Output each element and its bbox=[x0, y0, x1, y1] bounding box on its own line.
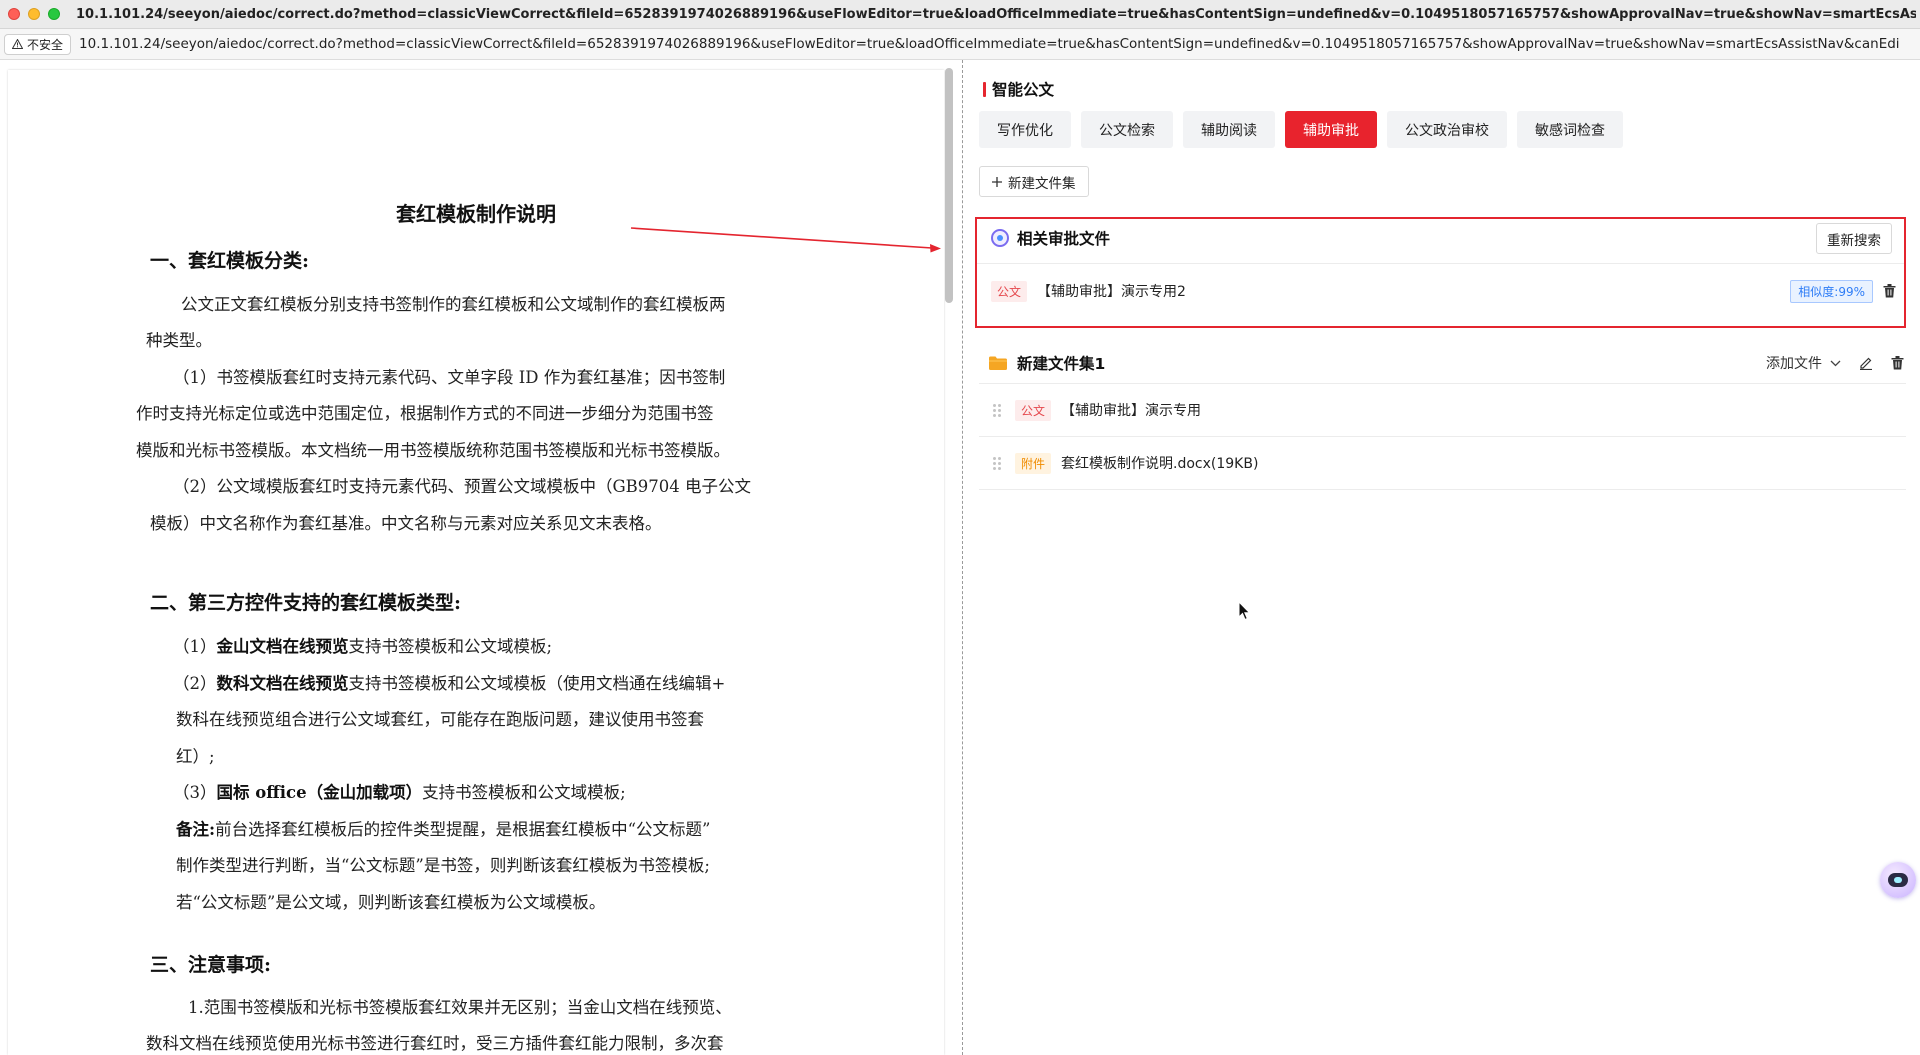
paragraph-line: （2）公文域模版套红时支持元素代码、预置公文域模板中（GB9704 电子公文 bbox=[173, 477, 752, 496]
divider bbox=[979, 383, 1906, 384]
section-2-heading: 二、第三方控件支持的套红模板类型: bbox=[150, 592, 462, 614]
paragraph-line: 红）; bbox=[176, 747, 215, 766]
panel-title-text: 智能公文 bbox=[992, 81, 1055, 99]
list-item[interactable]: 附件 套红模板制作说明.docx(19KB) bbox=[993, 451, 1893, 475]
new-file-set-label: 新建文件集 bbox=[1008, 175, 1076, 192]
file-name[interactable]: 套红模板制作说明.docx(19KB) bbox=[1061, 453, 1258, 473]
list-item[interactable]: 公文 【辅助审批】演示专用2 相似度:99% bbox=[991, 279, 1896, 303]
paragraph-line: 作时支持光标定位或选中范围定位，根据制作方式的不同进一步细分为范围书签 bbox=[136, 404, 714, 423]
ai-icon bbox=[991, 229, 1009, 247]
list-prefix: （2） bbox=[173, 674, 217, 693]
divider bbox=[977, 263, 1904, 264]
ai-assistant-icon[interactable] bbox=[1880, 862, 1916, 898]
tab-document-search[interactable]: 公文检索 bbox=[1081, 111, 1173, 148]
list-text: 支持书签模板和公文域模板（使用文档通在线编辑+ bbox=[348, 674, 726, 693]
related-approval-files-card: 相关审批文件 重新搜索 公文 【辅助审批】演示专用2 相似度:99% bbox=[975, 217, 1906, 328]
paragraph-line: 1.范围书签模版和光标书签模版套红效果并无区别；当金山文档在线预览、 bbox=[188, 998, 732, 1017]
document-title: 套红模板制作说明 bbox=[396, 202, 556, 226]
note-text: 前台选择套红模板后的控件类型提醒，是根据套红模板中“公文标题” bbox=[215, 820, 711, 839]
list-text: 支持书签模板和公文域模板; bbox=[422, 783, 626, 802]
mouse-cursor-icon bbox=[1238, 601, 1251, 621]
file-name[interactable]: 【辅助审批】演示专用2 bbox=[1037, 281, 1186, 301]
paragraph-line: （2）数科文档在线预览支持书签模板和公文域模板（使用文档通在线编辑+ bbox=[173, 666, 725, 703]
bold-term: 金山文档在线预览 bbox=[216, 637, 349, 656]
tab-political-review[interactable]: 公文政治审校 bbox=[1387, 111, 1507, 148]
close-window-button[interactable] bbox=[8, 8, 20, 20]
list-text: 支持书签模板和公文域模板; bbox=[348, 637, 553, 656]
paragraph-line: （1）书签模版套红时支持元素代码、文单字段 ID 作为套红基准；因书签制 bbox=[173, 368, 726, 387]
tab-assisted-approval[interactable]: 辅助审批 bbox=[1285, 111, 1377, 148]
list-prefix: （1） bbox=[173, 637, 217, 656]
paragraph-line: 模版和光标书签模版。本文档统一用书签模版统称范围书签模版和光标书签模版。 bbox=[136, 441, 730, 460]
window-controls bbox=[0, 8, 60, 20]
window-title: 10.1.101.24/seeyon/aiedoc/correct.do?met… bbox=[76, 6, 1916, 22]
paragraph-line: 数科文档在线预览使用光标书签进行套红时，受三方插件套红能力限制，多次套 bbox=[146, 1034, 724, 1053]
research-button[interactable]: 重新搜索 bbox=[1816, 223, 1892, 254]
paragraph-line: 种类型。 bbox=[146, 331, 212, 350]
attachment-type-tag: 附件 bbox=[1015, 452, 1052, 474]
file-set-header: 新建文件集1 添加文件 bbox=[989, 345, 1904, 381]
bold-term: 国标 office（金山加载项） bbox=[216, 783, 423, 802]
trash-icon[interactable] bbox=[1891, 356, 1904, 370]
related-files-heading: 相关审批文件 bbox=[1017, 230, 1111, 248]
address-bar: 不安全 10.1.101.24/seeyon/aiedoc/correct.do… bbox=[0, 29, 1920, 60]
tab-writing-optimization[interactable]: 写作优化 bbox=[979, 111, 1071, 148]
security-indicator[interactable]: 不安全 bbox=[4, 33, 72, 55]
file-set-actions: 添加文件 bbox=[1766, 353, 1904, 373]
document-scrollbar[interactable] bbox=[945, 68, 953, 303]
related-files-header: 相关审批文件 bbox=[991, 227, 1110, 249]
paragraph-line: 公文正文套红模板分别支持书签制作的套红模板和公文域制作的套红模板两 bbox=[181, 295, 726, 314]
paragraph-line: （3）国标 office（金山加载项）支持书签模板和公文域模板; bbox=[173, 775, 626, 812]
minimize-window-button[interactable] bbox=[28, 8, 40, 20]
document-viewer: 套红模板制作说明 一、套红模板分类: 公文正文套红模板分别支持书签制作的套红模板… bbox=[0, 60, 962, 1055]
drag-handle-icon[interactable] bbox=[993, 456, 1001, 470]
document-type-tag: 公文 bbox=[991, 280, 1028, 302]
drag-handle-icon[interactable] bbox=[993, 403, 1001, 417]
feature-tabs: 写作优化 公文检索 辅助阅读 辅助审批 公文政治审校 敏感词检查 bbox=[979, 111, 1623, 148]
paragraph-line: 数科在线预览组合进行公文域套红，可能存在跑版问题，建议使用书签套 bbox=[176, 710, 704, 729]
tab-assisted-reading[interactable]: 辅助阅读 bbox=[1183, 111, 1275, 148]
bold-term: 数科文档在线预览 bbox=[216, 674, 349, 693]
edit-icon[interactable] bbox=[1859, 356, 1873, 370]
file-name[interactable]: 【辅助审批】演示专用 bbox=[1061, 400, 1201, 420]
window-title-bar: 10.1.101.24/seeyon/aiedoc/correct.do?met… bbox=[0, 0, 1920, 29]
title-accent-bar bbox=[983, 81, 986, 97]
url-field[interactable]: 10.1.101.24/seeyon/aiedoc/correct.do?met… bbox=[79, 36, 1899, 52]
panel-title: 智能公文 bbox=[983, 78, 1054, 100]
divider bbox=[979, 489, 1906, 490]
section-1-heading: 一、套红模板分类: bbox=[150, 250, 310, 272]
chevron-down-icon bbox=[1830, 360, 1841, 366]
trash-icon[interactable] bbox=[1883, 284, 1896, 298]
add-file-dropdown[interactable]: 添加文件 bbox=[1766, 353, 1841, 373]
warning-icon bbox=[12, 39, 23, 49]
document-page: 套红模板制作说明 一、套红模板分类: 公文正文套红模板分别支持书签制作的套红模板… bbox=[8, 70, 944, 1055]
maximize-window-button[interactable] bbox=[48, 8, 60, 20]
divider bbox=[979, 436, 1906, 437]
note-label: 备注: bbox=[176, 820, 216, 839]
document-type-tag: 公文 bbox=[1015, 399, 1052, 421]
paragraph-line: 备注:前台选择套红模板后的控件类型提醒，是根据套红模板中“公文标题” bbox=[176, 812, 710, 849]
file-set-title: 新建文件集1 bbox=[1017, 355, 1106, 373]
plus-icon bbox=[992, 176, 1002, 187]
paragraph-line: 制作类型进行判断，当“公文标题”是书签，则判断该套红模板为书签模板; bbox=[176, 856, 710, 875]
paragraph-line: （1）金山文档在线预览支持书签模板和公文域模板; bbox=[173, 629, 552, 666]
security-label: 不安全 bbox=[27, 37, 64, 52]
new-file-set-button[interactable]: 新建文件集 bbox=[979, 166, 1089, 197]
list-item[interactable]: 公文 【辅助审批】演示专用 bbox=[993, 398, 1893, 422]
paragraph-line: 模板）中文名称作为套红基准。中文名称与元素对应关系见文末表格。 bbox=[150, 514, 662, 533]
similarity-badge: 相似度:99% bbox=[1790, 279, 1873, 303]
section-3-heading: 三、注意事项: bbox=[150, 954, 272, 976]
paragraph-line: 若“公文标题”是公文域，则判断该套红模板为公文域模板。 bbox=[176, 893, 606, 912]
folder-icon bbox=[989, 356, 1007, 370]
tab-sensitive-word-check[interactable]: 敏感词检查 bbox=[1517, 111, 1623, 148]
list-prefix: （3） bbox=[173, 783, 217, 802]
smart-document-panel: 智能公文 写作优化 公文检索 辅助阅读 辅助审批 公文政治审校 敏感词检查 新建… bbox=[963, 60, 1920, 1055]
add-file-label: 添加文件 bbox=[1766, 356, 1822, 372]
